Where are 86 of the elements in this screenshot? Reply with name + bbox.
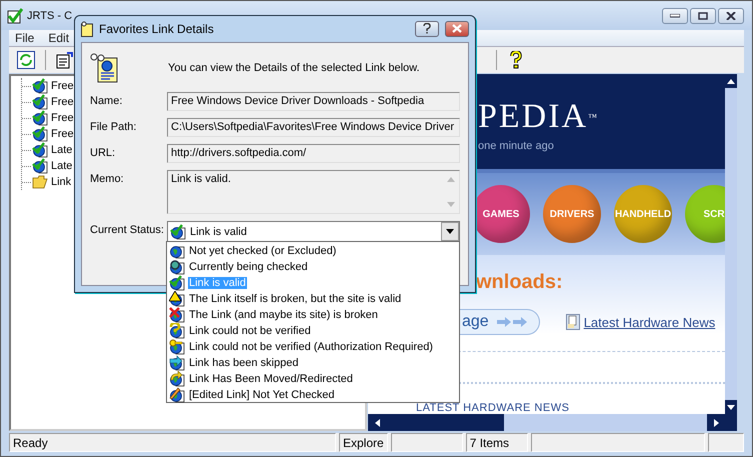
check-globe-icon [169, 275, 185, 291]
tree-item[interactable]: Late [51, 160, 72, 172]
intro-text: You can view the Details of the selected Link below. [168, 62, 420, 74]
folder-icon [32, 175, 48, 189]
close-icon [452, 24, 462, 33]
tree-item[interactable]: Late [51, 144, 72, 156]
tree-item[interactable]: Free [51, 96, 74, 108]
close-button[interactable] [445, 20, 469, 36]
magnifier-globe-icon [169, 259, 185, 275]
check-globe-icon [32, 94, 48, 110]
status-pane [708, 433, 744, 452]
maximize-icon [698, 12, 708, 20]
warning-globe-icon [169, 291, 185, 307]
help-button[interactable] [415, 20, 439, 36]
status-option[interactable]: Link could not be verified (Authorization Required) [188, 341, 434, 353]
check-globe-icon [32, 142, 48, 158]
status-option[interactable]: Not yet checked (or Excluded) [188, 245, 338, 257]
close-button[interactable] [718, 8, 744, 24]
dialog-title: Favorites Link Details [99, 22, 214, 36]
check-globe-icon [32, 126, 48, 142]
double-arrow-icon [496, 316, 529, 328]
dropdown-button[interactable] [441, 222, 459, 241]
minimize-icon [670, 14, 680, 18]
right-arrow-icon [714, 418, 718, 426]
properties-icon[interactable] [56, 51, 74, 69]
check-icon [7, 8, 23, 24]
field-label: File Path: [90, 120, 138, 133]
up-arrow-icon [727, 78, 735, 84]
status-dropdown[interactable]: Link is valid [167, 221, 460, 242]
check-globe-icon [32, 158, 48, 174]
curved-arrow-globe-icon [169, 371, 185, 387]
down-arrow-icon [727, 404, 735, 410]
status-option[interactable]: Link has been skipped [188, 357, 300, 369]
scroll-up-button[interactable] [725, 74, 737, 88]
text-field[interactable]: http://drivers.softpedia.com/ [167, 144, 460, 163]
tree-item[interactable]: Free [51, 80, 74, 92]
status-option[interactable]: Link Has Been Moved/Redirected [188, 373, 354, 385]
tree-item[interactable]: Free [51, 112, 74, 124]
scroll-right-button[interactable] [707, 414, 725, 431]
field-label: Name: [90, 94, 124, 107]
document-icon [566, 314, 580, 330]
update-time: one minute ago [478, 140, 555, 152]
section-title: LATEST HARDWARE NEWS [415, 401, 570, 414]
menu-item[interactable]: File [15, 31, 34, 45]
arrow-globe-icon [169, 355, 185, 371]
tree-item[interactable]: Link [51, 176, 72, 188]
page-button[interactable]: age [460, 309, 540, 335]
status-option[interactable]: Link could not be verified [188, 325, 312, 337]
menu-item[interactable]: Edit [48, 31, 70, 45]
question-mark-icon [423, 23, 431, 34]
status-message: Ready [9, 433, 336, 452]
field-label: Memo: [90, 172, 125, 185]
down-arrow-icon [446, 229, 454, 234]
status-option[interactable]: The Link itself is broken, but the site is valid [188, 293, 402, 305]
vertical-scrollbar[interactable] [725, 74, 737, 414]
tree-item[interactable]: Free [51, 128, 74, 140]
maximize-button[interactable] [690, 8, 716, 24]
left-arrow-icon [374, 418, 380, 426]
check-globe-icon [32, 78, 48, 94]
document-globe-icon [90, 53, 120, 83]
cross-globe-icon [169, 307, 185, 323]
horizontal-scrollbar[interactable] [368, 414, 737, 431]
status-count: 7 Items [466, 433, 528, 452]
text-field[interactable]: Free Windows Device Driver Downloads - Softpedia [167, 92, 460, 111]
news-link[interactable]: Latest Hardware News [584, 314, 716, 330]
close-icon [726, 12, 736, 20]
question-globe-icon [169, 323, 185, 339]
status-option[interactable]: The Link (and maybe its site) is broken [188, 309, 379, 321]
scrollbar-thumb[interactable] [386, 414, 504, 431]
field-label: Current Status: [90, 223, 165, 236]
key-globe-icon [169, 339, 185, 355]
scroll-down-button[interactable] [725, 400, 737, 414]
status-view: Explore [339, 433, 388, 452]
document-icon [81, 20, 93, 36]
section-heading: wnloads: [475, 270, 564, 295]
help-icon[interactable] [510, 51, 522, 69]
text-field[interactable]: C:\Users\Softpedia\Favorites\Free Windows Device Driver [167, 118, 460, 137]
window-title: JRTS - C [27, 10, 72, 22]
status-option[interactable]: [Edited Link] Not Yet Checked [188, 389, 336, 401]
field-label: URL: [90, 146, 116, 159]
scroll-left-button[interactable] [368, 414, 386, 431]
check-globe-icon [32, 110, 48, 126]
refresh-icon[interactable] [17, 51, 35, 69]
status-option[interactable]: Currently being checked [188, 261, 309, 273]
minimize-button[interactable] [662, 8, 688, 24]
site-logo: PEDIA™ [478, 100, 600, 134]
